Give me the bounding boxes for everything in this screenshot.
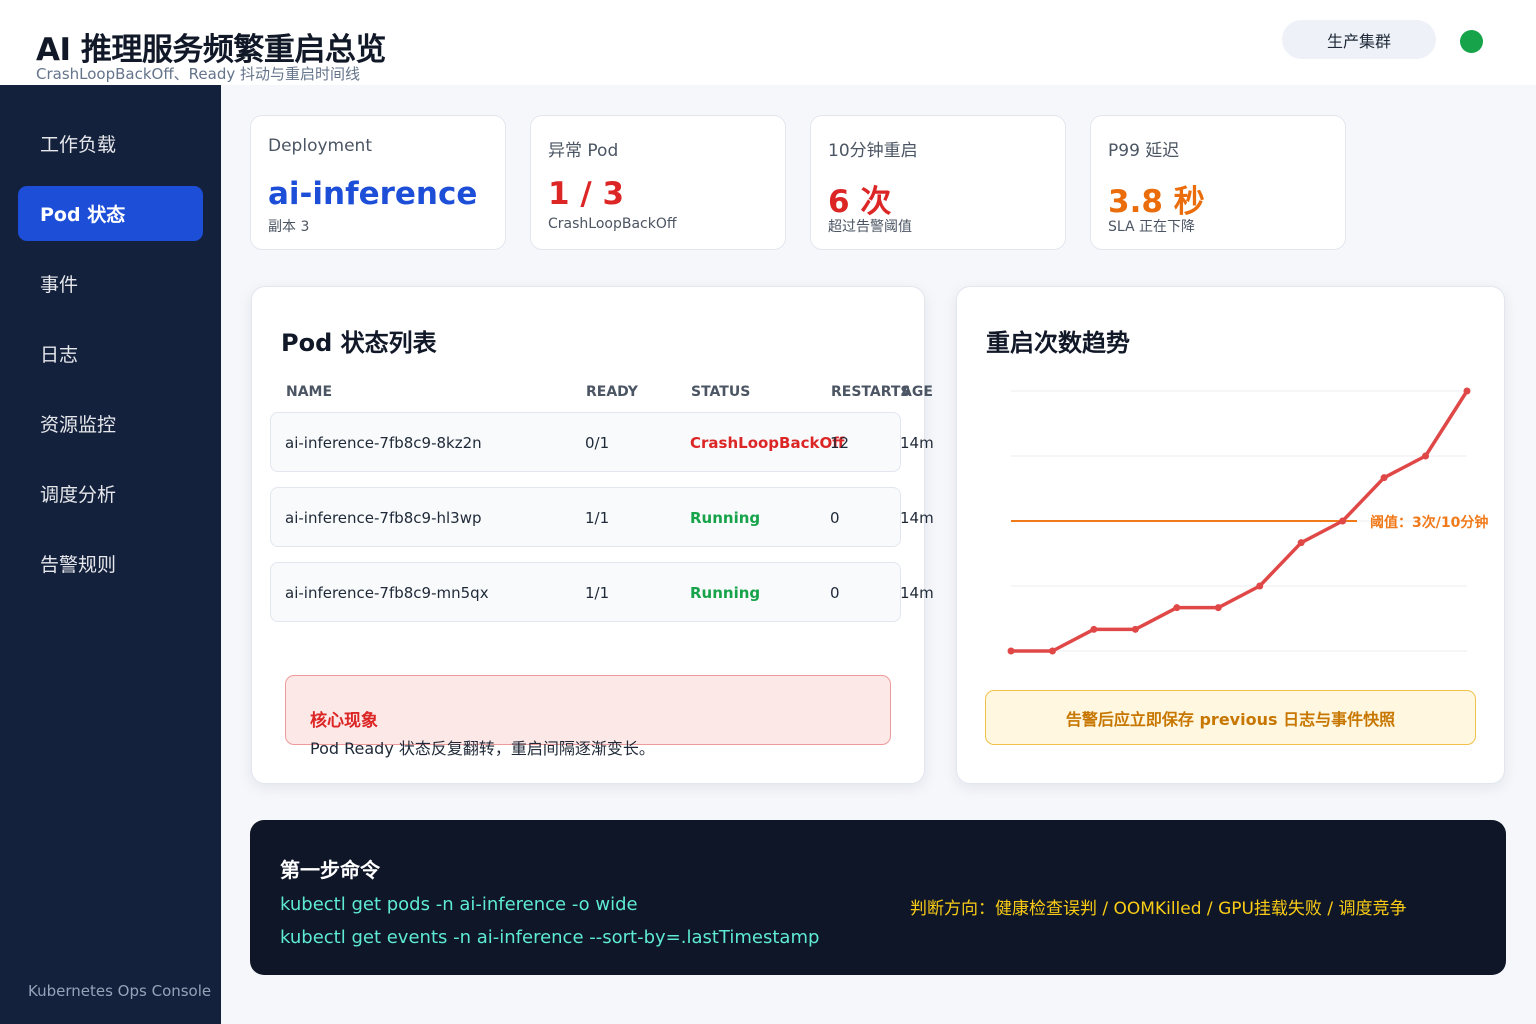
stat-label: P99 延迟	[1108, 141, 1180, 161]
stat-sub: 超过告警阈值	[828, 219, 912, 235]
pod-name: ai-inference-7fb8c9-hl3wp	[285, 509, 482, 527]
restart-data-point	[1463, 387, 1471, 395]
pod-status-badge: CrashLoopBackOff	[690, 434, 845, 452]
restart-data-point	[1131, 625, 1139, 633]
pod-restarts: 0	[830, 509, 840, 527]
sidebar-item-resource-monitoring[interactable]: 资源监控	[18, 396, 203, 451]
stat-value: 3.8 秒	[1108, 184, 1205, 220]
column-header-status[interactable]: STATUS	[691, 384, 750, 400]
pod-status-badge: Running	[690, 509, 761, 527]
stat-value: 1 / 3	[548, 176, 625, 212]
pod-age: 14m	[900, 584, 934, 602]
pod-ready: 0/1	[585, 434, 610, 452]
command-line[interactable]: kubectl get pods -n ai-inference -o wide	[280, 894, 638, 915]
stat-value: ai-inference	[268, 176, 478, 212]
sidebar-footer: Kubernetes Ops Console	[28, 982, 212, 1000]
stat-label: 10分钟重启	[828, 141, 918, 161]
restart-data-point	[1173, 604, 1181, 612]
pod-restarts: 0	[830, 584, 840, 602]
stat-card-abnormal-pod: 异常 Pod 1 / 3 CrashLoopBackOff	[530, 115, 786, 250]
stat-sub: CrashLoopBackOff	[548, 216, 677, 232]
pod-restarts: 12	[830, 434, 850, 452]
restart-data-point	[1090, 625, 1098, 633]
alert-title: 核心现象	[310, 711, 378, 731]
stat-card-deployment: Deployment ai-inference 副本 3	[250, 115, 506, 250]
diagnosis-hint: 判断方向：健康检查误判 / OOMKilled / GPU挂载失败 / 调度竞争	[910, 899, 1407, 919]
sidebar: 工作负载 Pod 状态 事件 日志 资源监控 调度分析 告警规则 Kuberne…	[0, 85, 221, 1024]
stat-sub: SLA 正在下降	[1108, 219, 1196, 235]
panel-title: Pod 状态列表	[281, 329, 437, 357]
stat-sub: 副本 3	[268, 219, 310, 235]
table-row[interactable]: ai-inference-7fb8c9-hl3wp 1/1 Running 0 …	[270, 487, 934, 547]
first-step-commands-panel: 第一步命令 kubectl get pods -n ai-inference -…	[250, 820, 1506, 975]
cluster-selector-button[interactable]: 生产集群	[1282, 20, 1436, 59]
restart-data-point	[1380, 474, 1388, 482]
sidebar-item-logs[interactable]: 日志	[18, 326, 203, 381]
table-row[interactable]: ai-inference-7fb8c9-8kz2n 0/1 CrashLoopB…	[270, 412, 934, 472]
sidebar-item-events[interactable]: 事件	[18, 256, 203, 311]
pod-age: 14m	[900, 434, 934, 452]
column-header-age[interactable]: AGE	[901, 384, 933, 400]
stat-value: 6 次	[828, 184, 892, 220]
stat-card-p99-latency: P99 延迟 3.8 秒 SLA 正在下降	[1090, 115, 1346, 250]
stat-label: 异常 Pod	[548, 141, 619, 161]
stat-card-restarts: 10分钟重启 6 次 超过告警阈值	[810, 115, 1066, 250]
pod-ready: 1/1	[585, 509, 610, 527]
restart-data-point	[1297, 539, 1305, 547]
pod-status-badge: Running	[690, 584, 761, 602]
stat-label: Deployment	[268, 136, 372, 156]
snapshot-warning-banner: 告警后应立即保存 previous 日志与事件快照	[985, 690, 1476, 745]
pod-ready: 1/1	[585, 584, 610, 602]
restart-data-point	[1048, 647, 1056, 655]
table-row[interactable]: ai-inference-7fb8c9-mn5qx 1/1 Running 0 …	[270, 562, 934, 622]
pod-age: 14m	[900, 509, 934, 527]
sidebar-item-pod-status[interactable]: Pod 状态	[18, 186, 203, 241]
sidebar-item-workloads[interactable]: 工作负载	[18, 116, 203, 171]
restart-data-point	[1422, 452, 1430, 460]
restart-data-point	[1256, 582, 1264, 590]
restart-data-point	[1214, 604, 1222, 612]
pod-status-panel: Pod 状态列表 NAME READY STATUS RESTARTS AGE …	[251, 286, 934, 784]
sidebar-item-scheduling-analysis[interactable]: 调度分析	[18, 466, 203, 521]
cluster-status-indicator	[1460, 30, 1483, 53]
restart-data-point	[1007, 647, 1015, 655]
column-header-name[interactable]: NAME	[286, 384, 332, 400]
commands-title: 第一步命令	[280, 858, 380, 882]
column-header-restarts[interactable]: RESTARTS	[831, 384, 911, 400]
command-line[interactable]: kubectl get events -n ai-inference --sor…	[280, 927, 819, 948]
page-subtitle: CrashLoopBackOff、Ready 抖动与重启时间线	[36, 65, 361, 83]
threshold-label: 阈值：3次/10分钟	[1370, 514, 1488, 531]
restart-trend-panel: 重启次数趋势 阈值：3次/10分钟 告警后应立即保存 previous 日志与事…	[956, 286, 1505, 784]
restart-data-point	[1339, 517, 1347, 525]
column-header-ready[interactable]: READY	[586, 384, 638, 400]
sidebar-item-alert-rules[interactable]: 告警规则	[18, 536, 203, 591]
pod-name: ai-inference-7fb8c9-mn5qx	[285, 584, 489, 602]
pod-name: ai-inference-7fb8c9-8kz2n	[285, 434, 482, 452]
alert-text: Pod Ready 状态反复翻转，重启间隔逐渐变长。	[310, 739, 655, 758]
core-finding-alert: 核心现象 Pod Ready 状态反复翻转，重启间隔逐渐变长。	[285, 675, 891, 758]
top-bar: AI 推理服务频繁重启总览 CrashLoopBackOff、Ready 抖动与…	[0, 0, 1536, 85]
